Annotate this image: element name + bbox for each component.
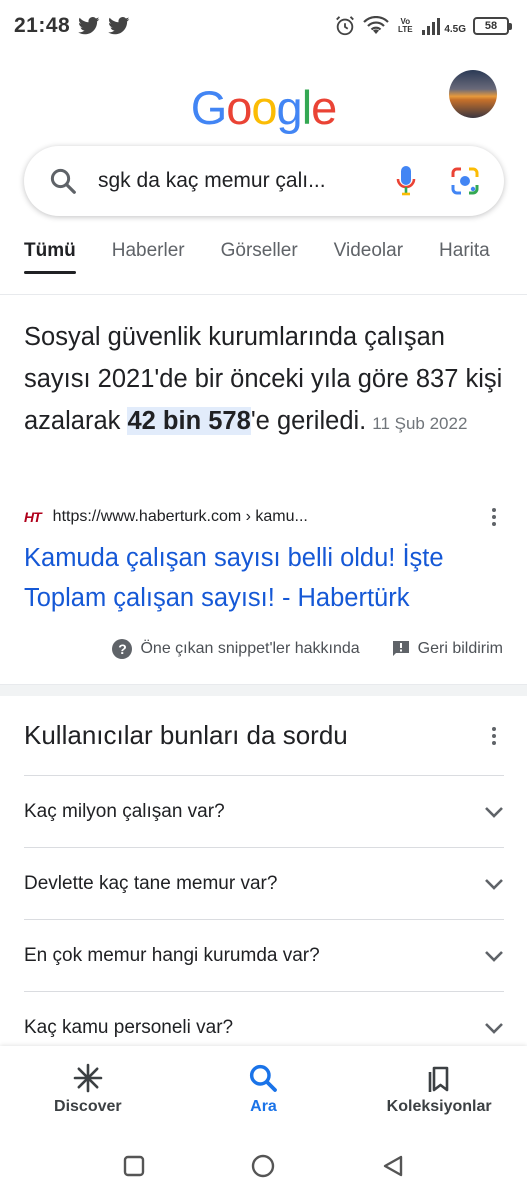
battery-level: 58: [484, 20, 498, 32]
more-options-icon[interactable]: [484, 508, 504, 526]
logo-letter: o: [226, 81, 252, 134]
help-icon: ?: [112, 639, 133, 659]
people-also-ask-title: Kullanıcılar bunları da sordu: [24, 720, 348, 750]
snippet-footer: ? Öne çıkan snippet'ler hakkında Geri bi…: [0, 636, 527, 662]
source-url[interactable]: https://www.haberturk.com › kamu...: [53, 508, 484, 526]
avatar[interactable]: [449, 70, 497, 118]
nav-collections-label: Koleksiyonlar: [386, 1098, 492, 1115]
twitter-icon: [108, 17, 130, 35]
search-icon: [50, 168, 76, 194]
collections-icon: [428, 1066, 449, 1092]
question-item[interactable]: Kaç milyon çalışan var?: [24, 775, 504, 847]
result-title-link[interactable]: Kamuda çalışan sayısı belli oldu! İşte T…: [24, 538, 514, 618]
twitter-icon: [78, 17, 100, 35]
back-icon[interactable]: [381, 1154, 405, 1178]
nav-discover[interactable]: Discover: [13, 1062, 163, 1116]
question-text: Kaç milyon çalışan var?: [24, 800, 225, 822]
chevron-down-icon: [485, 878, 503, 890]
nav-discover-label: Discover: [54, 1098, 122, 1115]
asterisk-icon: [73, 1063, 103, 1093]
chevron-down-icon: [485, 1022, 503, 1034]
section-divider: [0, 684, 527, 696]
tab-all[interactable]: Tümü: [24, 240, 76, 274]
question-text: Devlette kaç tane memur var?: [24, 872, 278, 894]
snippet-highlight: 42 bin 578: [127, 407, 251, 435]
search-box[interactable]: sgk da kaç memur çalı...: [24, 146, 504, 216]
system-navigation: [0, 1132, 527, 1200]
source-row[interactable]: HT https://www.haberturk.com › kamu...: [24, 508, 504, 526]
home-icon[interactable]: [250, 1153, 276, 1179]
chevron-down-icon: [485, 950, 503, 962]
status-bar: 21:48 Vo LTE 4.5G 58: [0, 0, 527, 52]
google-logo: Google: [0, 80, 527, 135]
google-lens-icon[interactable]: [450, 166, 480, 196]
search-input[interactable]: sgk da kaç memur çalı...: [98, 169, 374, 193]
snippet-date: 11 Şub 2022: [372, 414, 468, 433]
search-icon: [250, 1064, 278, 1092]
nav-search-label: Ara: [250, 1098, 277, 1115]
network-label: 4.5G: [444, 24, 466, 35]
tabs-divider: [0, 294, 527, 295]
logo-letter: o: [251, 81, 277, 134]
question-item[interactable]: Devlette kaç tane memur var?: [24, 847, 504, 919]
feedback-label: Geri bildirim: [417, 640, 503, 657]
status-time: 21:48: [14, 14, 71, 37]
logo-letter: G: [190, 81, 228, 134]
people-also-ask-list: Kaç milyon çalışan var? Devlette kaç tan…: [24, 775, 504, 1063]
feedback-link[interactable]: Geri bildirim: [392, 640, 503, 658]
feedback-icon: [392, 641, 409, 656]
tab-videos[interactable]: Videolar: [334, 240, 403, 274]
tab-images[interactable]: Görseller: [221, 240, 298, 274]
alarm-icon: [336, 16, 355, 36]
status-left: 21:48: [14, 14, 130, 38]
bottom-navigation: Discover Ara Koleksiyonlar: [0, 1046, 527, 1132]
signal-icon: [422, 18, 441, 35]
chevron-down-icon: [485, 806, 503, 818]
about-snippets-label: Öne çıkan snippet'ler hakkında: [140, 640, 360, 657]
logo-letter: g: [276, 81, 303, 134]
snippet-text-after: 'e geriledi.: [250, 407, 367, 435]
nav-collections[interactable]: Koleksiyonlar: [364, 1062, 514, 1116]
about-snippets-link[interactable]: ? Öne çıkan snippet'ler hakkında: [112, 639, 360, 659]
logo-letter: l: [301, 81, 313, 134]
wifi-icon: [363, 16, 390, 34]
question-item[interactable]: En çok memur hangi kurumda var?: [24, 919, 504, 991]
logo-letter: e: [311, 81, 337, 134]
search-tabs: Tümü Haberler Görseller Videolar Harita: [0, 240, 527, 284]
recents-icon[interactable]: [122, 1154, 146, 1178]
question-text: En çok memur hangi kurumda var?: [24, 944, 320, 966]
more-options-icon[interactable]: [484, 727, 504, 745]
nav-search[interactable]: Ara: [188, 1062, 338, 1116]
status-right: Vo LTE 4.5G 58: [334, 15, 512, 37]
microphone-icon[interactable]: [396, 165, 416, 197]
tab-news[interactable]: Haberler: [112, 240, 185, 274]
tab-maps[interactable]: Harita: [439, 240, 490, 274]
volte-label: Vo LTE: [398, 17, 413, 34]
battery-icon: 58: [473, 17, 512, 35]
featured-snippet-text: Sosyal güvenlik kurumlarında çalışan say…: [24, 316, 514, 445]
question-text: Kaç kamu personeli var?: [24, 1016, 234, 1038]
site-logo: HT: [24, 509, 42, 525]
